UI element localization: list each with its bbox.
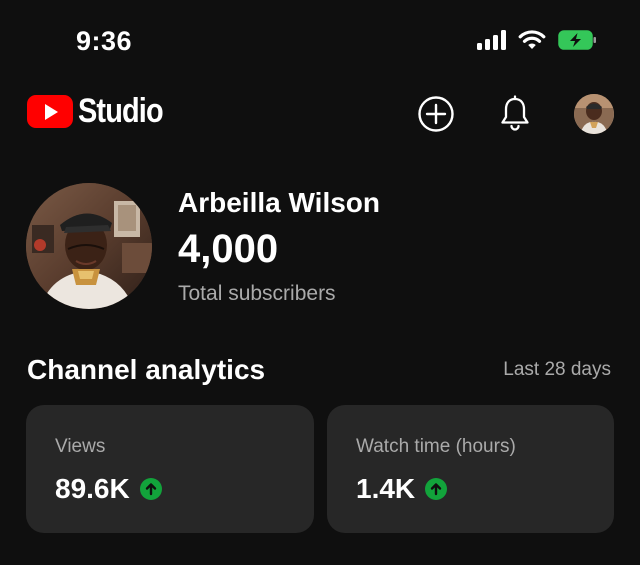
- watch-time-card[interactable]: Watch time (hours) 1.4K: [327, 405, 614, 533]
- account-avatar[interactable]: [574, 94, 614, 134]
- views-card[interactable]: Views 89.6K: [26, 405, 314, 533]
- avatar-photo: [574, 94, 614, 134]
- channel-avatar[interactable]: [26, 183, 152, 309]
- cellular-signal-icon: [477, 30, 506, 50]
- status-time: 9:36: [76, 26, 133, 56]
- channel-analytics-heading: Channel analytics: [27, 354, 266, 385]
- studio-wordmark: Studio: [78, 92, 164, 130]
- battery-charging-icon: [558, 30, 596, 50]
- watch-time-value: 1.4K: [356, 473, 416, 504]
- analytics-period: Last 28 days: [503, 359, 611, 380]
- views-label: Views: [55, 436, 106, 457]
- channel-photo: [26, 183, 152, 309]
- wifi-icon: [518, 30, 546, 49]
- notifications-button[interactable]: [495, 94, 535, 134]
- subscriber-count-label: Total subscribers: [178, 282, 336, 305]
- views-value-row: 89.6K: [55, 473, 162, 505]
- trend-up-icon: [139, 478, 162, 500]
- youtube-play-logo-icon: [27, 95, 73, 128]
- watch-time-label: Watch time (hours): [356, 436, 516, 457]
- watch-time-value-row: 1.4K: [356, 473, 448, 505]
- bell-icon: [501, 95, 529, 131]
- trend-up-icon: [425, 478, 448, 500]
- views-value: 89.6K: [55, 473, 130, 504]
- subscriber-count: 4,000: [178, 227, 279, 271]
- studio-logo[interactable]: Studio: [27, 92, 178, 131]
- plus-circle-icon: [418, 96, 454, 132]
- create-button[interactable]: [416, 94, 456, 134]
- status-icons: [477, 30, 598, 50]
- channel-name: Arbeilla Wilson: [178, 187, 381, 218]
